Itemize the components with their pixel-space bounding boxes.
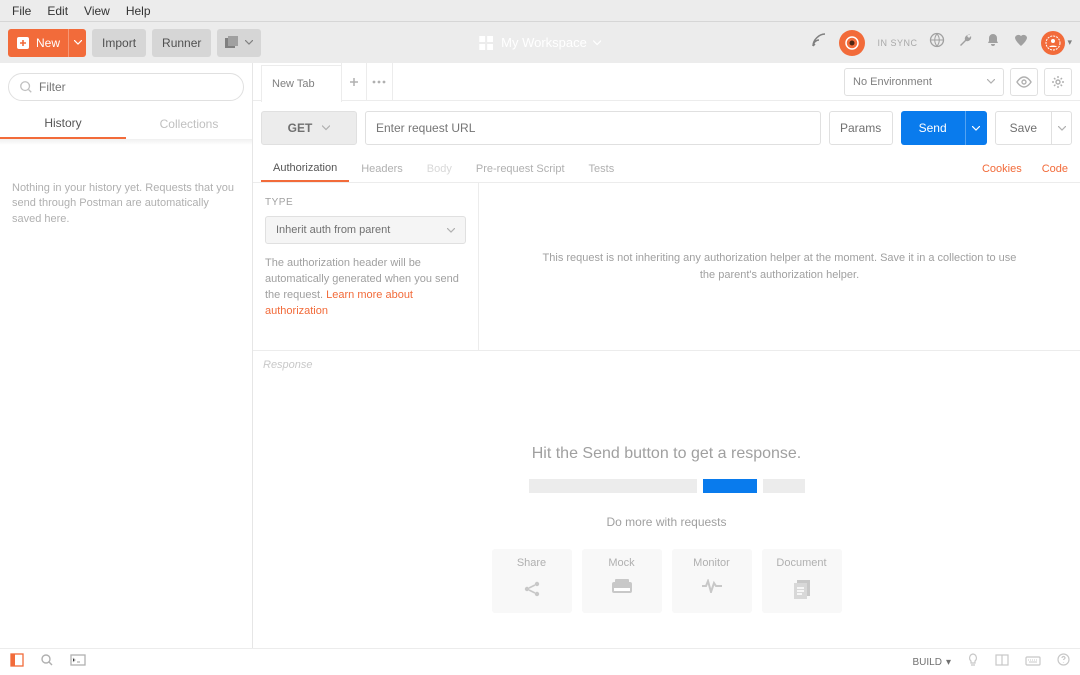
reqtab-tests[interactable]: Tests [577,155,627,182]
params-button[interactable]: Params [829,111,893,145]
reqtab-headers[interactable]: Headers [349,155,415,182]
console-icon[interactable] [70,653,86,672]
heart-icon[interactable] [1013,32,1029,53]
chevron-down-icon: ▾ [1067,37,1072,48]
send-button-label: Send [901,111,965,145]
auth-type-value: Inherit auth from parent [276,224,390,236]
filter-input[interactable] [39,80,233,94]
mock-card[interactable]: Mock [582,549,662,613]
sidebar-tab-collections[interactable]: Collections [126,109,252,139]
plus-icon [14,34,32,52]
send-button[interactable]: Send [901,111,987,145]
auth-type-label: TYPE [265,197,466,208]
main-area: New Tab No Environment [253,63,1080,648]
code-link[interactable]: Code [1038,163,1072,175]
menu-file[interactable]: File [4,4,39,18]
environment-settings-button[interactable] [1044,68,1072,96]
menu-edit[interactable]: Edit [39,4,76,18]
chevron-down-icon [322,121,330,135]
server-icon [611,579,633,595]
search-icon [19,80,33,94]
bulb-icon[interactable] [967,653,979,672]
environment-preview-button[interactable] [1010,68,1038,96]
environment-label: No Environment [853,76,932,88]
menu-view[interactable]: View [76,4,118,18]
new-button-label: New [36,36,68,50]
build-mode-switch[interactable]: BUILD ▾ [913,657,951,668]
workspace-icon [479,36,493,50]
satellite-icon[interactable] [811,32,827,53]
save-button[interactable]: Save [995,111,1072,145]
sidebar-tab-history[interactable]: History [0,109,126,139]
account-menu[interactable]: ▾ [1041,31,1072,55]
new-button[interactable]: New [8,29,86,57]
document-card[interactable]: Document [762,549,842,613]
document-icon [793,579,811,599]
monitor-card[interactable]: Monitor [672,549,752,613]
request-subtabs: Authorization Headers Body Pre-request S… [253,155,1080,183]
auth-help-text: The authorization header will be automat… [265,256,466,320]
chevron-down-icon [987,79,995,84]
tab-bar: New Tab No Environment [253,63,1080,101]
filter-input-wrap[interactable] [8,73,244,101]
two-pane-icon[interactable] [995,653,1009,672]
save-button-label: Save [996,112,1051,144]
authorization-panel: TYPE Inherit auth from parent The author… [253,183,1080,351]
share-card-label: Share [517,557,546,569]
method-select[interactable]: GET [261,111,357,145]
import-button[interactable]: Import [92,29,146,57]
mock-card-label: Mock [608,557,634,569]
globe-icon[interactable] [929,32,945,53]
sidebar: History Collections Nothing in your hist… [0,63,253,648]
status-bar: BUILD ▾ [0,648,1080,675]
runner-button[interactable]: Runner [152,29,211,57]
sidebar-toggle-icon[interactable] [10,653,24,672]
workspace-switcher[interactable]: My Workspace [479,35,601,50]
find-icon[interactable] [40,653,54,672]
request-tab[interactable]: New Tab [261,65,342,102]
document-card-label: Document [776,557,826,569]
chevron-down-icon [593,35,601,50]
chevron-down-icon: ▾ [946,657,951,668]
environment-select[interactable]: No Environment [844,68,1004,96]
menu-bar: File Edit View Help [0,0,1080,21]
reqtab-prerequest[interactable]: Pre-request Script [464,155,577,182]
send-dropdown[interactable] [965,111,987,145]
response-hint: Hit the Send button to get a response. [532,445,802,463]
response-header: Response [253,351,1080,379]
bell-icon[interactable] [985,32,1001,53]
monitor-card-label: Monitor [693,557,730,569]
wrench-icon[interactable] [957,32,973,53]
workspace-label: My Workspace [501,35,587,50]
response-empty: Hit the Send button to get a response. D… [253,379,1080,648]
cookies-link[interactable]: Cookies [978,163,1026,175]
avatar-icon [1041,31,1065,55]
request-builder: GET Params Send Save [253,101,1080,155]
new-window-button[interactable] [217,29,261,57]
method-label: GET [288,121,313,135]
activity-icon [701,579,723,593]
menu-help[interactable]: Help [118,4,159,18]
tab-more-button[interactable] [367,63,393,100]
url-input[interactable] [365,111,821,145]
share-icon [522,579,542,599]
new-dropdown[interactable] [68,29,86,57]
response-illustration [529,479,805,493]
sync-status-label: IN SYNC [877,38,917,48]
help-icon[interactable] [1057,653,1070,672]
save-dropdown[interactable] [1051,112,1071,144]
share-card[interactable]: Share [492,549,572,613]
keyboard-icon[interactable] [1025,653,1041,672]
auth-message: This request is not inheriting any autho… [479,183,1080,350]
new-tab-button[interactable] [341,63,367,100]
do-more-label: Do more with requests [606,515,726,529]
sync-icon[interactable] [839,30,865,56]
toolbar: New Import Runner My Workspace IN SYNC [0,21,1080,63]
sidebar-empty-message: Nothing in your history yet. Requests th… [0,145,252,263]
chevron-down-icon [447,228,455,233]
reqtab-body[interactable]: Body [415,155,464,182]
reqtab-authorization[interactable]: Authorization [261,155,349,182]
auth-type-select[interactable]: Inherit auth from parent [265,216,466,244]
